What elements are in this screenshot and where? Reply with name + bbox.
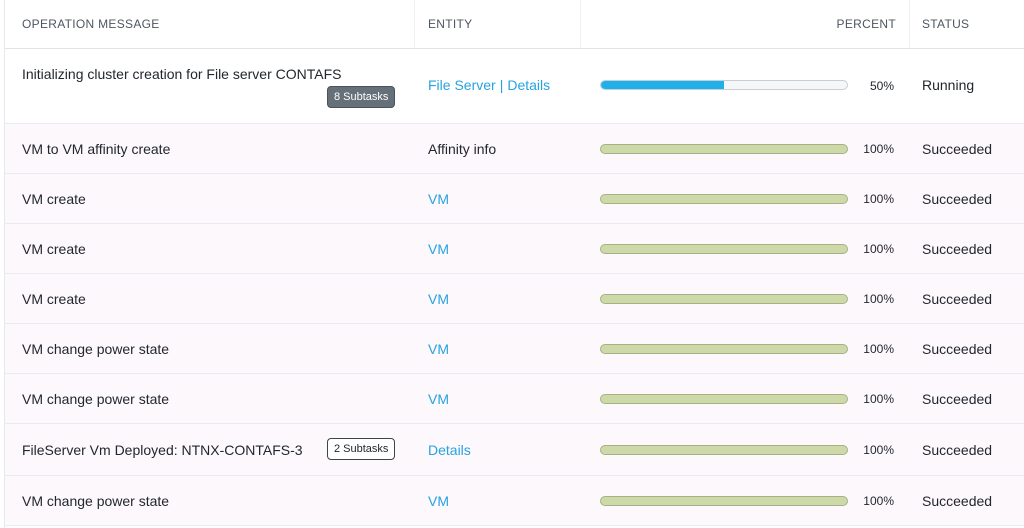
- entity-separator: |: [499, 77, 504, 93]
- percent-value: 50%: [869, 79, 894, 93]
- entity-link-vm[interactable]: VM: [428, 493, 449, 509]
- progress-fill: [601, 81, 724, 89]
- column-divider: [909, 0, 910, 48]
- table-row[interactable]: Initializing cluster creation for File s…: [5, 49, 1024, 124]
- status-text: Succeeded: [922, 493, 993, 509]
- progress-bar: [600, 344, 848, 354]
- percent-value: 100%: [863, 443, 894, 457]
- progress-fill: [601, 395, 847, 403]
- entity-link-details[interactable]: Details: [507, 77, 550, 93]
- table-row[interactable]: VM change power state VM 100% Succeeded: [5, 324, 1024, 374]
- column-header-entity[interactable]: ENTITY: [428, 0, 472, 48]
- operation-message: VM create: [22, 241, 86, 257]
- progress-fill: [601, 195, 847, 203]
- operation-message: VM change power state: [22, 493, 170, 509]
- progress-fill: [601, 295, 847, 303]
- progress-bar: [600, 144, 848, 154]
- status-text: Succeeded: [922, 341, 993, 357]
- progress-bar: [600, 194, 848, 204]
- status-text: Succeeded: [922, 391, 993, 407]
- table-row[interactable]: FileServer Vm Deployed: NTNX-CONTAFS-3 2…: [5, 424, 1024, 476]
- progress-bar: [600, 80, 848, 90]
- operation-message: VM create: [22, 291, 86, 307]
- entity-link-file-server[interactable]: File Server: [428, 77, 496, 93]
- status-text: Succeeded: [922, 241, 993, 257]
- progress-fill: [601, 446, 847, 454]
- status-text: Succeeded: [922, 141, 993, 157]
- percent-value: 100%: [863, 242, 894, 256]
- table-header: OPERATION MESSAGE ENTITY PERCENT STATUS: [5, 0, 1024, 49]
- entity-link-vm[interactable]: VM: [428, 341, 449, 357]
- table-row[interactable]: VM change power state VM 100% Succeeded: [5, 476, 1024, 526]
- status-text: Succeeded: [922, 191, 993, 207]
- operation-message: VM change power state: [22, 391, 170, 407]
- progress-fill: [601, 345, 847, 353]
- column-divider: [580, 0, 581, 48]
- table-row[interactable]: VM create VM 100% Succeeded: [5, 274, 1024, 324]
- progress-bar: [600, 394, 848, 404]
- status-text: Succeeded: [922, 442, 993, 458]
- table-row[interactable]: VM change power state VM 100% Succeeded: [5, 374, 1024, 424]
- entity-link-details[interactable]: Details: [428, 442, 471, 458]
- progress-fill: [601, 145, 847, 153]
- column-header-operation-message[interactable]: OPERATION MESSAGE: [22, 0, 160, 48]
- column-header-status[interactable]: STATUS: [922, 0, 969, 48]
- progress-bar: [600, 496, 848, 506]
- entity-link-vm[interactable]: VM: [428, 291, 449, 307]
- entity-text: Affinity info: [428, 141, 497, 157]
- column-divider: [414, 0, 415, 48]
- status-text: Running: [922, 77, 975, 93]
- progress-fill: [601, 497, 847, 505]
- percent-value: 100%: [863, 392, 894, 406]
- operation-message: VM create: [22, 191, 86, 207]
- entity-cell: File Server | Details: [428, 77, 550, 93]
- progress-bar: [600, 244, 848, 254]
- status-text: Succeeded: [922, 291, 993, 307]
- progress-bar: [600, 445, 848, 455]
- percent-value: 100%: [863, 494, 894, 508]
- progress-fill: [601, 245, 847, 253]
- percent-value: 100%: [863, 292, 894, 306]
- operation-message: FileServer Vm Deployed: NTNX-CONTAFS-3: [22, 442, 303, 458]
- subtasks-badge[interactable]: 8 Subtasks: [327, 86, 396, 108]
- operation-message: VM change power state: [22, 341, 170, 357]
- percent-value: 100%: [863, 192, 894, 206]
- table-row[interactable]: VM create VM 100% Succeeded: [5, 224, 1024, 274]
- entity-link-vm[interactable]: VM: [428, 241, 449, 257]
- progress-bar: [600, 294, 848, 304]
- entity-link-vm[interactable]: VM: [428, 191, 449, 207]
- subtasks-badge[interactable]: 2 Subtasks: [327, 438, 396, 460]
- operation-message: VM to VM affinity create: [22, 141, 171, 157]
- operation-message: Initializing cluster creation for File s…: [22, 66, 342, 82]
- percent-value: 100%: [863, 342, 894, 356]
- column-header-percent[interactable]: PERCENT: [837, 0, 896, 48]
- tasks-table: OPERATION MESSAGE ENTITY PERCENT STATUS …: [4, 0, 1024, 528]
- percent-value: 100%: [863, 142, 894, 156]
- entity-link-vm[interactable]: VM: [428, 391, 449, 407]
- table-row[interactable]: VM to VM affinity create Affinity info 1…: [5, 124, 1024, 174]
- table-row[interactable]: VM create VM 100% Succeeded: [5, 174, 1024, 224]
